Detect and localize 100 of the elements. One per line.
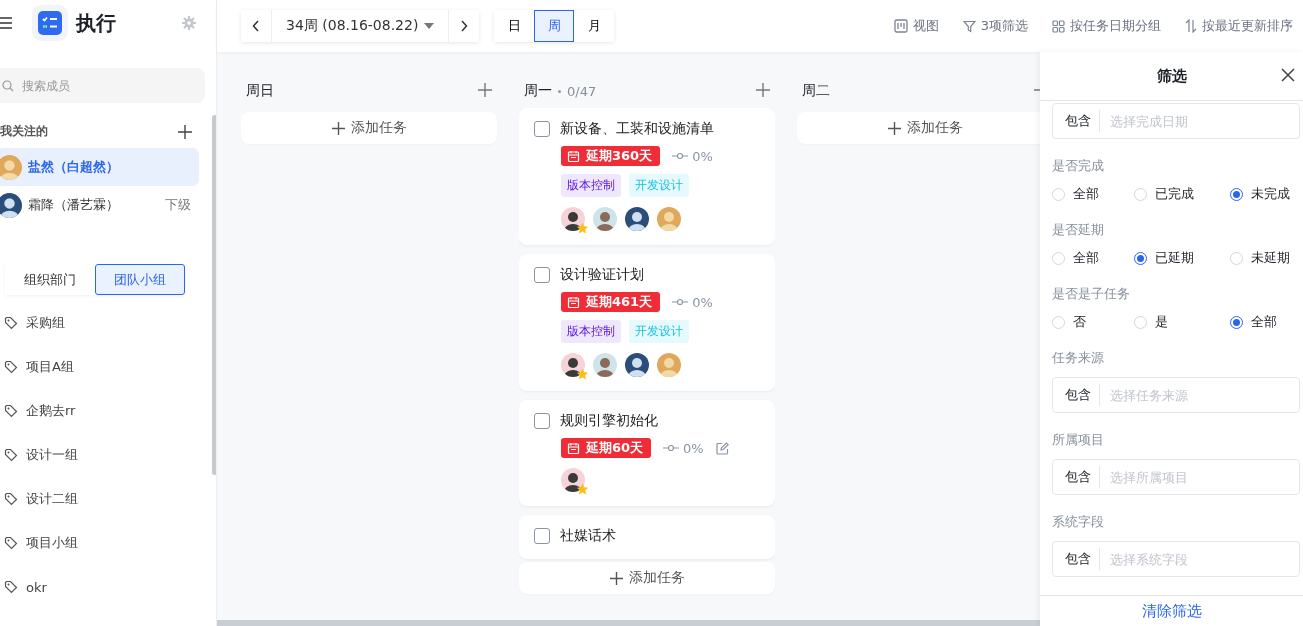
operator-label: 包含 — [1053, 384, 1100, 406]
filter-label: 任务来源 — [1052, 349, 1105, 367]
radio-button[interactable] — [1230, 187, 1243, 201]
radio-option[interactable]: 未延期 — [1230, 249, 1300, 267]
radio-option[interactable]: 已延期 — [1134, 249, 1230, 267]
clear-filter-button[interactable]: 清除筛选 — [1141, 601, 1202, 621]
progress-icon — [672, 298, 689, 306]
grid-icon — [1052, 19, 1065, 33]
caret-icon — [424, 23, 435, 29]
avatar — [593, 353, 617, 377]
section-title: 我关注的 — [0, 123, 48, 140]
member-item[interactable]: 盐然（白超然） — [0, 148, 199, 186]
avatar — [657, 207, 681, 231]
operator-label: 包含 — [1053, 466, 1100, 488]
member-item[interactable]: 霜降（潘艺霖） 下级 — [0, 186, 199, 224]
progress-icon — [672, 152, 689, 160]
group-item[interactable]: 项目小组 — [0, 521, 216, 565]
task-tag: 开发设计 — [629, 320, 689, 343]
group-item[interactable]: 采购组 — [0, 301, 216, 345]
task-checkbox[interactable] — [534, 528, 550, 544]
scrollbar[interactable] — [217, 620, 1040, 626]
radio-option[interactable]: 未完成 — [1230, 185, 1300, 203]
week-selector[interactable]: 34周 (08.16-08.22) — [271, 10, 450, 42]
avatar — [0, 192, 22, 218]
radio-option[interactable]: 否 — [1052, 313, 1134, 331]
toolbar-button[interactable]: 3项筛选 — [962, 17, 1028, 35]
avatar — [561, 207, 585, 231]
radio-button[interactable] — [1134, 251, 1147, 265]
add-task-button[interactable]: 添加任务 — [241, 112, 497, 144]
plus-icon — [178, 124, 192, 139]
task-card[interactable]: 规则引擎初始化 延期60天 0% — [519, 400, 775, 506]
radio-option[interactable]: 是 — [1134, 313, 1230, 331]
filter-label: 是否延期 — [1052, 221, 1105, 239]
avatar — [561, 353, 585, 377]
avatar — [593, 207, 617, 231]
group-item[interactable]: okr — [0, 565, 216, 609]
calendar-icon — [567, 149, 580, 163]
avatar — [625, 353, 649, 377]
tag-icon — [4, 360, 18, 374]
tag-icon — [4, 404, 18, 418]
select-field[interactable]: 包含 选择系统字段 — [1052, 541, 1300, 577]
plus-icon — [478, 82, 492, 97]
toolbar-button[interactable]: 按任务日期分组 — [1052, 17, 1161, 35]
task-card[interactable]: 设计验证计划 延期461天 0% 版本控制 开发设计 — [519, 254, 775, 391]
task-tag: 版本控制 — [561, 174, 621, 197]
tab[interactable]: 组织部门 — [5, 264, 95, 295]
operator-label: 包含 — [1053, 548, 1100, 570]
column-title: 周一 — [524, 82, 552, 100]
group-item[interactable]: 设计二组 — [0, 477, 216, 521]
app-title: 执行 — [76, 9, 117, 37]
task-count: 0/47 — [567, 83, 597, 99]
toolbar-button[interactable]: 视图 — [893, 17, 939, 35]
scrollbar[interactable] — [212, 115, 216, 475]
task-card[interactable]: 社媒话术 — [519, 515, 775, 559]
previous-button[interactable] — [241, 10, 271, 42]
column-title: 周二 — [802, 82, 830, 100]
delay-badge: 延期360天 — [561, 146, 661, 166]
tag-icon — [4, 492, 18, 506]
task-checkbox[interactable] — [534, 413, 550, 429]
next-button[interactable] — [449, 10, 480, 42]
task-title: 社媒话术 — [560, 527, 616, 545]
group-item[interactable]: 设计一组 — [0, 433, 216, 477]
select-field[interactable]: 包含 选择任务来源 — [1052, 377, 1300, 413]
search-field[interactable]: 搜索成员 — [0, 68, 205, 103]
progress-icon — [663, 444, 680, 452]
add-task-button[interactable]: 添加任务 — [519, 562, 775, 594]
view-tab[interactable]: 日 — [494, 10, 535, 42]
progress-label: 0% — [692, 148, 713, 164]
radio-option[interactable]: 全部 — [1230, 313, 1300, 331]
select-input[interactable]: 选择完成日期 — [1108, 112, 1262, 130]
toolbar-button[interactable]: 按最近更新排序 — [1185, 17, 1293, 35]
avatar — [657, 353, 681, 377]
task-checkbox[interactable] — [534, 267, 550, 283]
task-title: 规则引擎初始化 — [560, 412, 658, 430]
select-input[interactable]: 选择系统字段 — [1108, 550, 1262, 568]
task-checkbox[interactable] — [534, 121, 550, 137]
settings-icon[interactable] — [182, 16, 196, 30]
filter-label: 系统字段 — [1052, 513, 1105, 531]
group-item[interactable]: 项目A组 — [0, 345, 216, 389]
tag-icon — [4, 580, 18, 594]
radio-option[interactable]: 已完成 — [1134, 185, 1230, 203]
radio-button[interactable] — [1230, 315, 1243, 329]
radio-option[interactable]: 全部 — [1052, 185, 1134, 203]
edit-icon[interactable] — [715, 441, 729, 455]
view-tab[interactable]: 月 — [574, 10, 615, 42]
panel-title: 筛选 — [1156, 66, 1187, 86]
menu-icon[interactable] — [0, 17, 12, 29]
search-icon — [2, 80, 14, 92]
tab[interactable]: 团队小组 — [95, 264, 185, 295]
task-card[interactable]: 新设备、工装和设施清单 延期360天 0% 版本控制 开发设计 — [519, 108, 775, 245]
operator-label: 包含 — [1053, 110, 1100, 132]
radio-option[interactable]: 全部 — [1052, 249, 1134, 267]
filter-label: 是否是子任务 — [1052, 285, 1131, 303]
select-input[interactable]: 选择任务来源 — [1108, 386, 1262, 404]
task-title: 新设备、工装和设施清单 — [560, 120, 714, 138]
group-item[interactable]: 企鹅去rr — [0, 389, 216, 433]
filter-icon — [962, 19, 976, 33]
select-field[interactable]: 包含 选择完成日期 — [1052, 103, 1300, 139]
plus-icon — [331, 121, 345, 135]
view-tab[interactable]: 周 — [534, 10, 575, 42]
